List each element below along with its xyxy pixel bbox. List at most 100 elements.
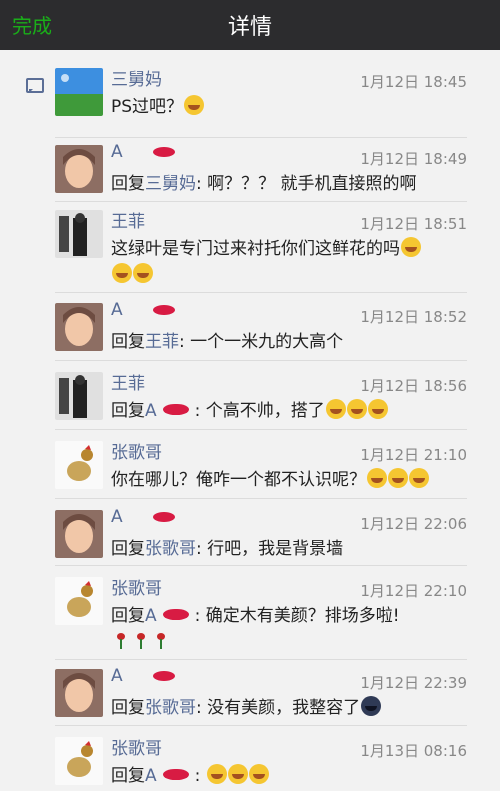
reply-target[interactable]: 王菲: [145, 332, 179, 352]
rose-emoji: [117, 633, 125, 649]
commenter-name[interactable]: 王菲: [111, 369, 145, 394]
divider: [55, 360, 467, 361]
commenter-name[interactable]: 张歌哥: [111, 734, 162, 759]
comment-body: : 行吧，我是背景墙: [196, 539, 344, 559]
rolling-laugh-emoji: [133, 263, 153, 283]
comment-body: PS过吧？: [111, 97, 184, 117]
reply-prefix: 回复: [111, 698, 145, 718]
lips-icon: [162, 609, 189, 620]
comment-time: 1月12日 18:45: [360, 73, 467, 91]
reply-target[interactable]: 张歌哥: [145, 539, 196, 559]
commenter-name[interactable]: 三舅妈: [111, 65, 162, 90]
avatar[interactable]: [55, 145, 103, 193]
commenter-name[interactable]: 王菲: [111, 207, 145, 232]
divider: [55, 498, 467, 499]
page-title: 详情: [227, 15, 272, 40]
comment-text: 回复A : 确定木有美颜？排场多啦!: [111, 603, 467, 655]
smirk-emoji: [227, 764, 248, 784]
avatar[interactable]: [55, 577, 103, 625]
commenter-name[interactable]: A: [111, 666, 123, 686]
comment-time: 1月13日 08:16: [360, 742, 467, 760]
comment-time: 1月12日 18:56: [360, 377, 467, 395]
comment-body: : 确定木有美颜？排场多啦!: [194, 606, 400, 626]
comment-time: 1月12日 22:10: [360, 582, 467, 600]
lips-icon: [153, 671, 175, 681]
tears-of-joy-emoji: [325, 399, 346, 419]
rose-emoji: [157, 633, 165, 649]
comment-body: : 个高不帅，搭了: [194, 401, 325, 421]
reply-prefix: 回复: [111, 766, 145, 786]
divider: [55, 725, 467, 726]
reply-prefix: 回复: [111, 606, 145, 626]
comment-text: 这绿叶是专门过来衬托你们这鲜花的吗: [111, 236, 467, 288]
avatar[interactable]: [55, 372, 103, 420]
comment-body: :: [194, 766, 206, 786]
grin-sweat-emoji: [184, 95, 205, 115]
reply-target[interactable]: A: [145, 766, 157, 786]
comment-time: 1月12日 18:51: [360, 215, 467, 233]
comment-body: : 一个一米九的大高个: [179, 332, 344, 352]
comment-time: 1月12日 18:49: [360, 150, 467, 168]
avatar[interactable]: [55, 510, 103, 558]
comment-text: 回复张歌哥: 没有美颜，我整容了: [111, 695, 467, 721]
comment-text: 回复A : 个高不帅，搭了: [111, 398, 467, 424]
rolling-laugh-emoji: [401, 237, 421, 257]
new-moon-face-emoji: [361, 696, 382, 716]
reply-prefix: 回复: [111, 332, 145, 352]
comment-body: 你在哪儿？俺咋一个都不认识呢？: [111, 470, 366, 490]
comment-body: : 啊？？？ 就手机直接照的啊: [196, 174, 417, 194]
rolling-laugh-emoji: [112, 263, 132, 283]
smirk-emoji: [206, 764, 227, 784]
tears-of-joy-emoji: [367, 399, 388, 419]
comment-time: 1月12日 22:39: [360, 674, 467, 692]
commenter-name[interactable]: 张歌哥: [111, 438, 162, 463]
avatar[interactable]: [55, 441, 103, 489]
avatar[interactable]: [55, 210, 103, 258]
commenter-name[interactable]: A: [111, 300, 123, 320]
comment-time: 1月12日 22:06: [360, 515, 467, 533]
divider: [55, 292, 467, 293]
lips-icon: [153, 147, 175, 157]
tears-of-joy-emoji: [346, 399, 367, 419]
comment-time: 1月12日 21:10: [360, 446, 467, 464]
lips-icon: [162, 404, 189, 415]
avatar[interactable]: [55, 303, 103, 351]
grin-sweat-emoji: [409, 468, 429, 488]
comment-body: 这绿叶是专门过来衬托你们这鲜花的吗: [111, 239, 400, 259]
divider: [55, 137, 467, 138]
lips-icon: [162, 769, 189, 780]
comment-body: : 没有美颜，我整容了: [196, 698, 361, 718]
divider: [55, 429, 467, 430]
divider: [55, 201, 467, 202]
comment-text: 回复三舅妈: 啊？？？ 就手机直接照的啊: [111, 171, 467, 197]
reply-target[interactable]: A: [145, 606, 157, 626]
comment-time: 1月12日 18:52: [360, 308, 467, 326]
avatar[interactable]: [55, 737, 103, 785]
comment-icon: [26, 78, 44, 93]
nav-bar: 完成 详情: [0, 0, 500, 50]
avatar[interactable]: [55, 68, 103, 116]
reply-target[interactable]: 三舅妈: [145, 174, 196, 194]
reply-prefix: 回复: [111, 401, 145, 421]
smirk-emoji: [248, 764, 269, 784]
rose-emoji: [137, 633, 145, 649]
reply-prefix: 回复: [111, 539, 145, 559]
comment-text: 你在哪儿？俺咋一个都不认识呢？: [111, 467, 467, 493]
comment-text: 回复A:: [111, 763, 467, 789]
commenter-name[interactable]: 张歌哥: [111, 574, 162, 599]
reply-target[interactable]: A: [145, 401, 157, 421]
divider: [55, 565, 467, 566]
avatar[interactable]: [55, 669, 103, 717]
lips-icon: [153, 305, 175, 315]
reply-target[interactable]: 张歌哥: [145, 698, 196, 718]
grin-sweat-emoji: [388, 468, 408, 488]
comment-text: 回复张歌哥: 行吧，我是背景墙: [111, 536, 467, 562]
comment-text: PS过吧？: [111, 94, 467, 120]
grin-sweat-emoji: [367, 468, 387, 488]
divider: [55, 659, 467, 660]
commenter-name[interactable]: A: [111, 507, 123, 527]
comment-text: 回复王菲: 一个一米九的大高个: [111, 329, 467, 355]
commenter-name[interactable]: A: [111, 142, 123, 162]
reply-prefix: 回复: [111, 174, 145, 194]
lips-icon: [153, 512, 175, 522]
